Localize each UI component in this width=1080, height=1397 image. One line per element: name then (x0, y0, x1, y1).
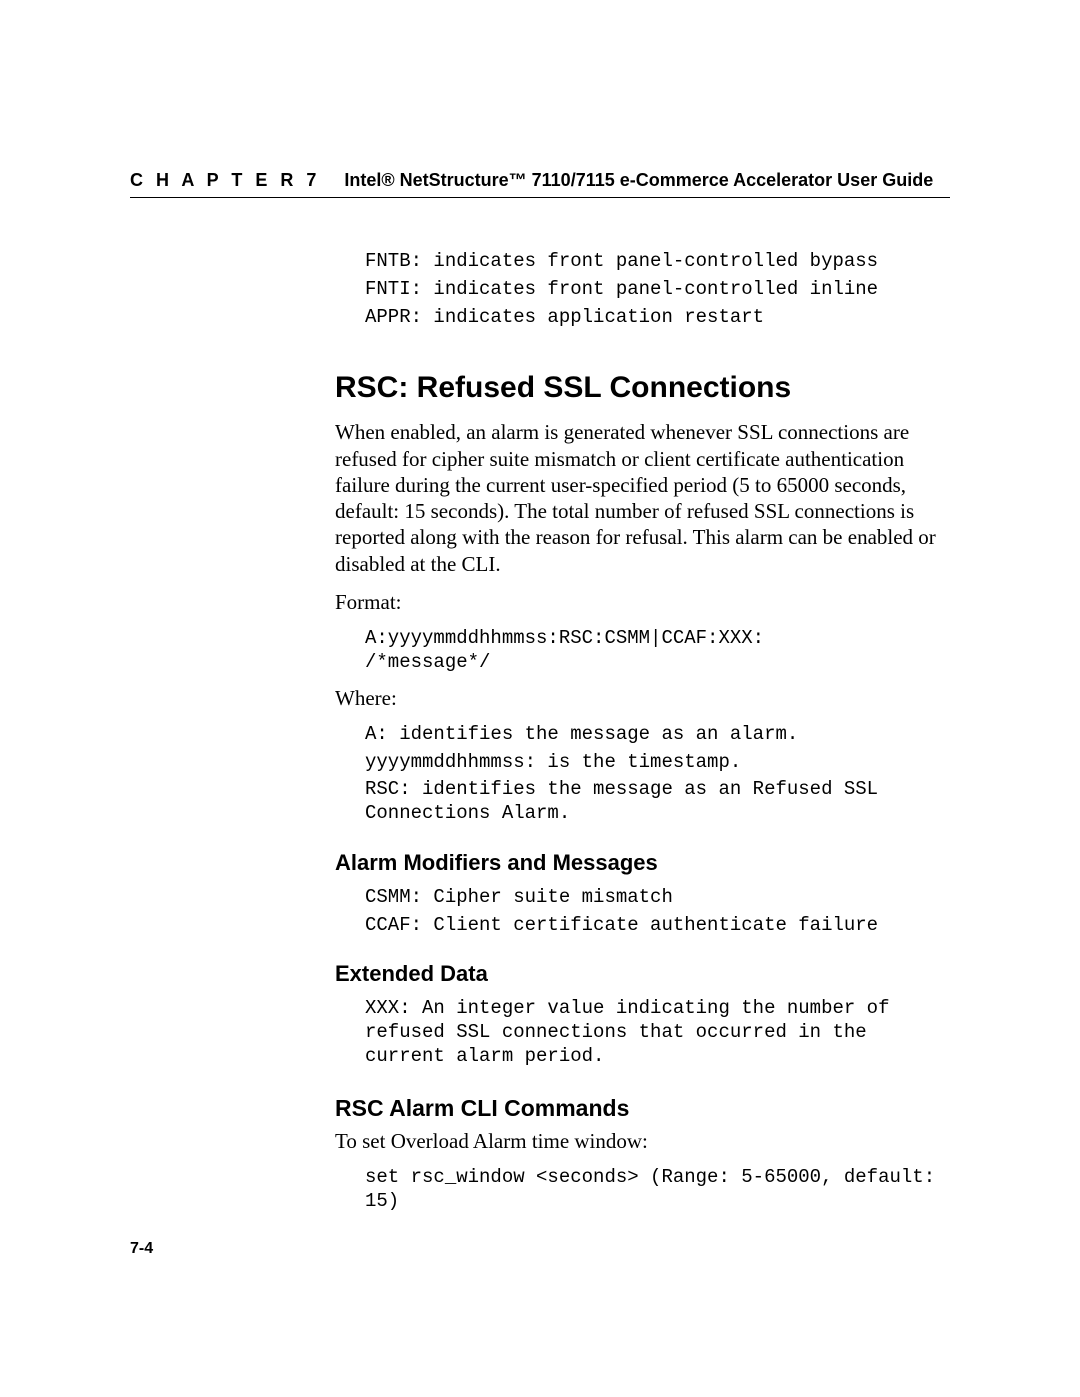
cli-command: set rsc_window <seconds> (Range: 5-65000… (365, 1166, 950, 1214)
chapter-label: C H A P T E R 7 (130, 170, 320, 191)
code-fnti: FNTI: indicates front panel-controlled i… (365, 278, 950, 302)
where-label: Where: (335, 685, 950, 711)
code-xxx: XXX: An integer value indicating the num… (365, 997, 950, 1068)
section-paragraph: When enabled, an alarm is generated when… (335, 419, 950, 577)
code-fntb: FNTB: indicates front panel-controlled b… (365, 250, 950, 274)
code-appr: APPR: indicates application restart (365, 306, 950, 330)
heading-cli-commands: RSC Alarm CLI Commands (335, 1095, 950, 1122)
cli-intro: To set Overload Alarm time window: (335, 1128, 950, 1154)
heading-extended-data: Extended Data (335, 961, 950, 987)
guide-title: Intel® NetStructure™ 7110/7115 e-Commerc… (344, 170, 933, 191)
heading-alarm-modifiers: Alarm Modifiers and Messages (335, 850, 950, 876)
where-a: A: identifies the message as an alarm. (365, 723, 950, 747)
format-label: Format: (335, 589, 950, 615)
code-ccaf: CCAF: Client certificate authenticate fa… (365, 914, 950, 938)
section-heading-rsc: RSC: Refused SSL Connections (335, 371, 950, 405)
page-header: C H A P T E R 7 Intel® NetStructure™ 711… (130, 170, 950, 198)
format-code: A:yyyymmddhhmmss:RSC:CSMM|CCAF:XXX: /*me… (365, 627, 950, 675)
page-number: 7-4 (130, 1240, 153, 1258)
where-ts: yyyymmddhhmmss: is the timestamp. (365, 751, 950, 775)
content-area: FNTB: indicates front panel-controlled b… (335, 250, 950, 1213)
where-rsc: RSC: identifies the message as an Refuse… (365, 778, 950, 826)
page: C H A P T E R 7 Intel® NetStructure™ 711… (0, 0, 1080, 1213)
code-csmm: CSMM: Cipher suite mismatch (365, 886, 950, 910)
